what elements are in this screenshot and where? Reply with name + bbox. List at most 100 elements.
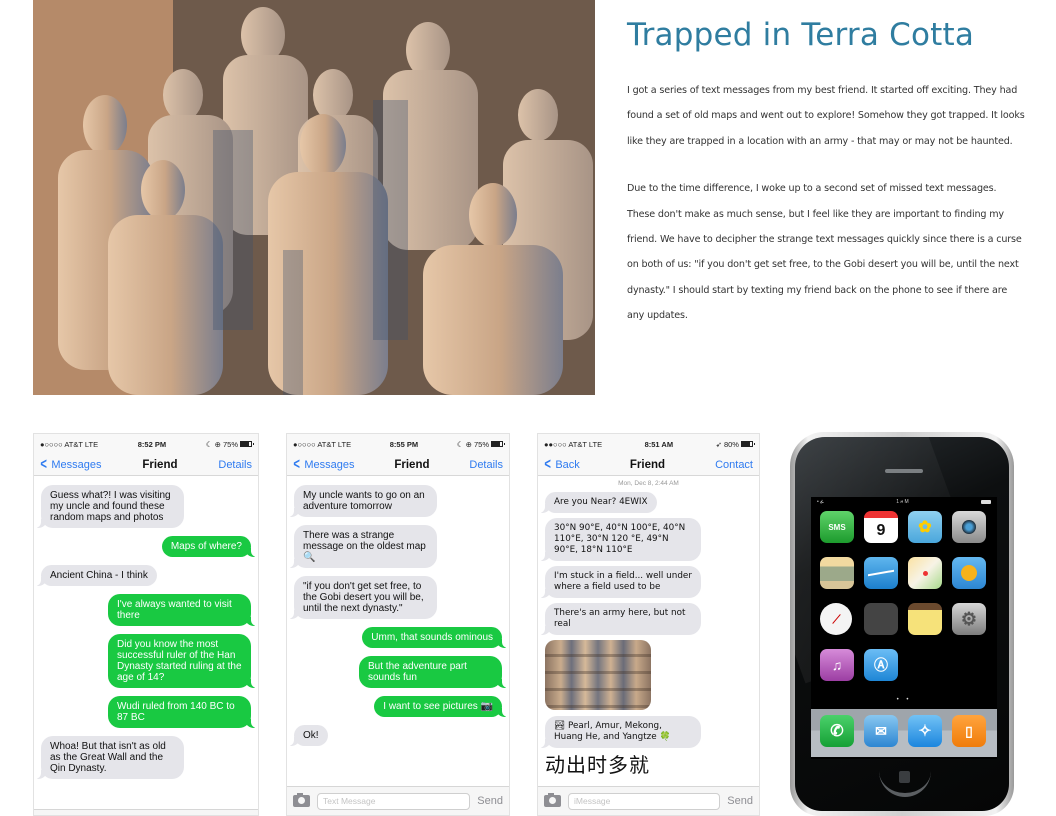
camera-icon[interactable] <box>293 793 310 807</box>
dock: ✆ ✉ ✧ ▯ <box>811 709 997 757</box>
calculator-app-icon[interactable] <box>864 603 898 635</box>
time-label: 8:55 PM <box>389 439 419 449</box>
text-screenshot-2: ●○○○○ AT&T LTE 8:55 PM ☾ ⊕ 75% < Message… <box>286 433 510 816</box>
maps-app-icon[interactable] <box>908 557 942 589</box>
contact-button[interactable]: Contact <box>715 459 753 471</box>
message-incoming: There was a strange message on the oldes… <box>287 525 437 568</box>
weather-app-icon[interactable] <box>952 557 986 589</box>
back-label: Messages <box>304 458 355 471</box>
photos-app-icon[interactable]: ✿ <box>908 511 942 543</box>
battery-icon <box>981 500 991 504</box>
battery-icon <box>491 441 505 447</box>
battery-label: ➶ 80% <box>715 439 739 449</box>
message-incoming: There's an army here, but not real <box>538 603 701 635</box>
notes-app-icon[interactable] <box>908 603 942 635</box>
message-outgoing: Umm, that sounds ominous <box>362 627 509 648</box>
message-incoming: I'm stuck in a field... well under where… <box>538 566 701 598</box>
message-thread: Guess what?! I was visiting my uncle and… <box>34 476 258 793</box>
back-button[interactable]: < Messages <box>39 455 102 473</box>
send-button[interactable]: Send <box>727 795 753 807</box>
message-incoming: 30°N 90°E, 40°N 100°E, 40°N 110°E, 30°N … <box>538 518 701 561</box>
safari-app-icon[interactable]: ✧ <box>908 715 942 747</box>
conversation-title: Friend <box>142 458 178 471</box>
message-incoming: My uncle wants to go on an adventure tom… <box>287 485 437 517</box>
message-outgoing: Maps of where? <box>161 536 258 557</box>
iphone-illustration: • ፊ 1 ዞ M SMS 9 ✿ ♫ Ⓐ • • <box>790 432 1014 816</box>
app-store-icon[interactable]: Ⓐ <box>864 649 898 681</box>
carrier-label: ●●○○○ AT&T LTE <box>544 439 603 449</box>
message-thread: Mon, Dec 8, 2:44 AM Are you Near? 4EWIX … <box>538 476 759 784</box>
message-incoming: 🏞 Pearl, Amur, Mekong, Huang He, and Yan… <box>538 716 701 748</box>
home-button[interactable] <box>879 771 931 797</box>
conversation-title: Friend <box>629 458 666 471</box>
calendar-app-icon[interactable]: 9 <box>864 511 898 543</box>
time-label: 8:52 PM <box>137 439 167 449</box>
nav-bar: < Messages Friend Details <box>34 454 258 476</box>
hero-photo-terracotta-warriors <box>33 0 595 395</box>
home-screen: • ፊ 1 ዞ M SMS 9 ✿ ♫ Ⓐ • • <box>811 497 997 759</box>
carrier-label: ●○○○○ AT&T LTE <box>40 439 99 449</box>
back-button[interactable]: < Back <box>543 455 580 473</box>
battery-label: ☾ ⊕ 75% <box>456 439 489 449</box>
phone-app-icon[interactable]: ✆ <box>820 715 854 747</box>
itunes-app-icon[interactable]: ♫ <box>820 649 854 681</box>
chevron-left-icon: < <box>544 455 551 473</box>
message-incoming: Are you Near? 4EWIX <box>538 492 657 513</box>
chevron-left-icon: < <box>293 455 300 473</box>
input-bar <box>34 809 258 815</box>
youtube-app-icon[interactable] <box>820 557 854 589</box>
page-indicator: • • <box>896 697 912 703</box>
message-input[interactable]: iMessage <box>568 792 721 810</box>
input-bar: Text Message Send <box>287 786 509 815</box>
status-bar: ●○○○○ AT&T LTE 8:52 PM ☾ ⊕ 75% <box>34 434 258 454</box>
battery-label: ☾ ⊕ 75% <box>205 439 238 449</box>
camera-app-icon[interactable] <box>952 511 986 543</box>
battery-icon <box>240 441 254 447</box>
text-screenshot-1: ●○○○○ AT&T LTE 8:52 PM ☾ ⊕ 75% < Message… <box>33 433 259 816</box>
stocks-app-icon[interactable] <box>864 557 898 589</box>
status-bar: ●○○○○ AT&T LTE 8:55 PM ☾ ⊕ 75% <box>287 434 509 454</box>
carrier-label: ●○○○○ AT&T LTE <box>293 439 352 449</box>
message-outgoing: Did you know the most successful ruler o… <box>108 634 258 688</box>
earpiece <box>885 469 923 473</box>
terracotta-warriors-illustration <box>33 0 595 395</box>
details-button[interactable]: Details <box>218 459 252 471</box>
photo-message-terracotta[interactable] <box>545 640 651 710</box>
send-button[interactable]: Send <box>477 795 503 807</box>
intro-paragraph: I got a series of text messages from my … <box>627 85 1025 147</box>
details-button[interactable]: Details <box>469 459 503 471</box>
message-incoming: "if you don't get set free, to the Gobi … <box>287 576 437 619</box>
chinese-text: 动出时多就 <box>545 753 650 777</box>
sms-app-icon[interactable]: SMS <box>820 511 854 543</box>
message-outgoing: I've always wanted to visit there <box>108 594 258 626</box>
mail-app-icon[interactable]: ✉ <box>864 715 898 747</box>
clock-app-icon[interactable] <box>820 603 852 635</box>
nav-bar: < Messages Friend Details <box>287 454 509 476</box>
conversation-title: Friend <box>394 458 430 471</box>
message-outgoing: I want to see pictures 📷 <box>374 696 509 717</box>
story-paragraph: Due to the time difference, I woke up to… <box>627 183 1022 322</box>
chevron-left-icon: < <box>40 455 47 473</box>
back-label: Back <box>555 458 580 471</box>
time-label: 8:51 AM <box>644 439 674 449</box>
app-grid: SMS 9 ✿ ♫ Ⓐ <box>811 507 997 681</box>
text-screenshot-3: ●●○○○ AT&T LTE 8:51 AM ➶ 80% < Back Frie… <box>537 433 760 816</box>
back-label: Messages <box>51 458 102 471</box>
message-incoming: Whoa! But that isn't as old as the Great… <box>34 736 184 779</box>
article: Trapped in Terra Cotta I got a series of… <box>627 14 1027 329</box>
page-title: Trapped in Terra Cotta <box>627 17 975 53</box>
message-outgoing: But the adventure part sounds fun <box>359 656 509 688</box>
battery-icon <box>740 441 755 447</box>
settings-app-icon[interactable] <box>952 603 986 635</box>
ipod-app-icon[interactable]: ▯ <box>952 715 986 747</box>
message-thread: My uncle wants to go on an adventure tom… <box>287 476 509 760</box>
input-bar: iMessage Send <box>538 786 759 815</box>
status-bar: ●●○○○ AT&T LTE 8:51 AM ➶ 80% <box>538 434 759 454</box>
back-button[interactable]: < Messages <box>292 455 355 473</box>
message-input[interactable]: Text Message <box>317 792 471 810</box>
message-incoming: Guess what?! I was visiting my uncle and… <box>34 485 184 528</box>
phone-status-bar: • ፊ 1 ዞ M <box>811 497 997 507</box>
camera-icon[interactable] <box>544 793 561 807</box>
message-incoming: Ok! <box>287 725 328 746</box>
message-incoming: Ancient China - I think <box>34 565 157 586</box>
